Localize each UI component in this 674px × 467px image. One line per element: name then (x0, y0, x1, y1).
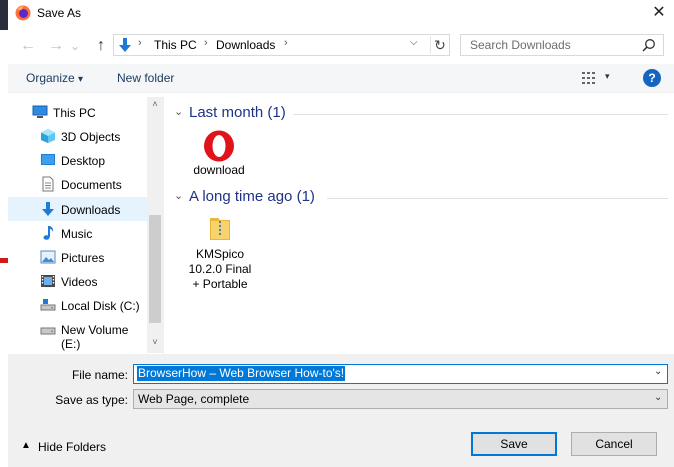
organize-button[interactable]: Organize ▾ (26, 71, 83, 85)
desktop-icon (41, 154, 55, 165)
view-dropdown-button[interactable]: ▾ (605, 71, 610, 82)
sidebar-item-pictures[interactable]: Pictures (8, 245, 148, 269)
opera-icon (204, 130, 234, 162)
command-toolbar (8, 64, 674, 93)
save-type-value: Web Page, complete (138, 392, 250, 406)
breadcrumb-downloads[interactable]: Downloads (216, 38, 275, 52)
close-button[interactable]: ✕ (648, 2, 670, 24)
new-folder-button[interactable]: New folder (117, 71, 174, 85)
organize-label: Organize (26, 71, 75, 85)
sidebar-item-desktop[interactable]: Desktop (8, 148, 148, 172)
window-title: Save As (37, 6, 82, 20)
sidebar-item-3d-objects[interactable]: 3D Objects (8, 124, 148, 148)
background-window-edge-red (0, 258, 8, 263)
file-label-line: 10.2.0 Final (188, 262, 252, 276)
file-item[interactable]: download (185, 130, 253, 180)
search-placeholder: Search Downloads (470, 38, 571, 52)
sidebar-item-documents[interactable]: Documents (8, 172, 148, 196)
document-icon (42, 176, 54, 192)
file-label-line: KMSpico (195, 247, 245, 261)
sidebar-item-label: Downloads (61, 203, 121, 217)
sidebar-scrollbar-thumb[interactable] (149, 215, 161, 323)
save-button[interactable]: Save (471, 432, 557, 456)
group-divider (327, 198, 668, 199)
recent-locations-button[interactable]: ⌄ (68, 35, 82, 57)
sidebar-item-label: 3D Objects (61, 130, 121, 144)
sidebar-item-label: Documents (61, 178, 122, 192)
forward-button[interactable]: → (45, 35, 67, 57)
group-header-last-month[interactable]: Last month (1) (189, 104, 286, 121)
sidebar-item-downloads[interactable]: Downloads (8, 197, 148, 221)
sidebar-item-new-volume-e[interactable]: New Volume (E:) (8, 317, 148, 351)
drive-icon (40, 327, 56, 335)
background-window-edge (0, 0, 8, 30)
firefox-icon (15, 5, 31, 21)
file-item[interactable]: KMSpico 10.2.0 Final + Portable (182, 214, 258, 294)
music-note-icon (43, 226, 54, 240)
help-icon[interactable]: ? (643, 69, 661, 87)
save-type-label: Save as type: (55, 393, 128, 407)
sidebar-item-label: Videos (61, 275, 98, 289)
download-arrow-icon (119, 38, 131, 52)
sidebar-item-local-disk-c[interactable]: Local Disk (C:) (8, 293, 148, 317)
address-dropdown-button[interactable]: ⌵ (410, 37, 424, 48)
save-type-dropdown-button[interactable]: ⌄ (654, 392, 662, 403)
file-label: download (193, 163, 245, 177)
scroll-down-arrow[interactable]: ˅ (147, 337, 163, 347)
view-options-icon[interactable] (581, 70, 597, 86)
breadcrumb-this-pc[interactable]: This PC (154, 38, 197, 52)
up-button[interactable]: ↑ (90, 35, 112, 57)
chevron-down-icon[interactable]: ⌄ (174, 105, 183, 118)
scroll-up-arrow[interactable]: ˄ (147, 99, 163, 109)
film-icon (41, 275, 55, 287)
download-arrow-icon (42, 202, 54, 216)
pane-divider (163, 96, 164, 354)
file-name-label: File name: (71, 368, 128, 382)
title-bar (0, 0, 674, 28)
breadcrumb-separator: › (138, 37, 142, 49)
chevron-down-icon: ▾ (78, 74, 84, 85)
sidebar-item-label: Desktop (61, 154, 106, 168)
file-name-value[interactable]: BrowserHow – Web Browser How-to's! (137, 366, 346, 381)
back-button[interactable]: ← (17, 35, 39, 57)
picture-icon (40, 250, 56, 264)
sidebar-item-label: Local Disk (C:) (61, 299, 140, 313)
sidebar-item-videos[interactable]: Videos (8, 269, 148, 293)
zip-folder-icon (210, 218, 230, 240)
breadcrumb-separator: › (284, 37, 288, 49)
file-label-line: + Portable (192, 277, 248, 291)
chevron-up-icon[interactable]: ▲ (21, 440, 31, 451)
sidebar-item-label: Pictures (61, 251, 105, 265)
sidebar-item-label: This PC (53, 106, 96, 120)
breadcrumb-separator: › (204, 37, 208, 49)
file-name-dropdown-button[interactable]: ⌄ (654, 366, 662, 377)
chevron-down-icon[interactable]: ⌄ (174, 189, 183, 202)
group-divider (293, 114, 668, 115)
sidebar-item-label: Music (61, 227, 93, 241)
hide-folders-button[interactable]: Hide Folders (38, 440, 106, 454)
monitor-icon (32, 105, 48, 118)
sidebar-item-music[interactable]: Music (8, 221, 148, 245)
cancel-button[interactable]: Cancel (571, 432, 657, 456)
search-icon[interactable] (642, 38, 656, 52)
refresh-button[interactable]: ↻ (430, 36, 449, 54)
drive-icon (40, 299, 56, 311)
sidebar-item-label: New Volume (E:) (61, 323, 129, 351)
group-header-long-time-ago[interactable]: A long time ago (1) (189, 188, 315, 205)
cube-icon (41, 129, 55, 143)
sidebar-item-this-pc[interactable]: This PC (8, 100, 148, 124)
